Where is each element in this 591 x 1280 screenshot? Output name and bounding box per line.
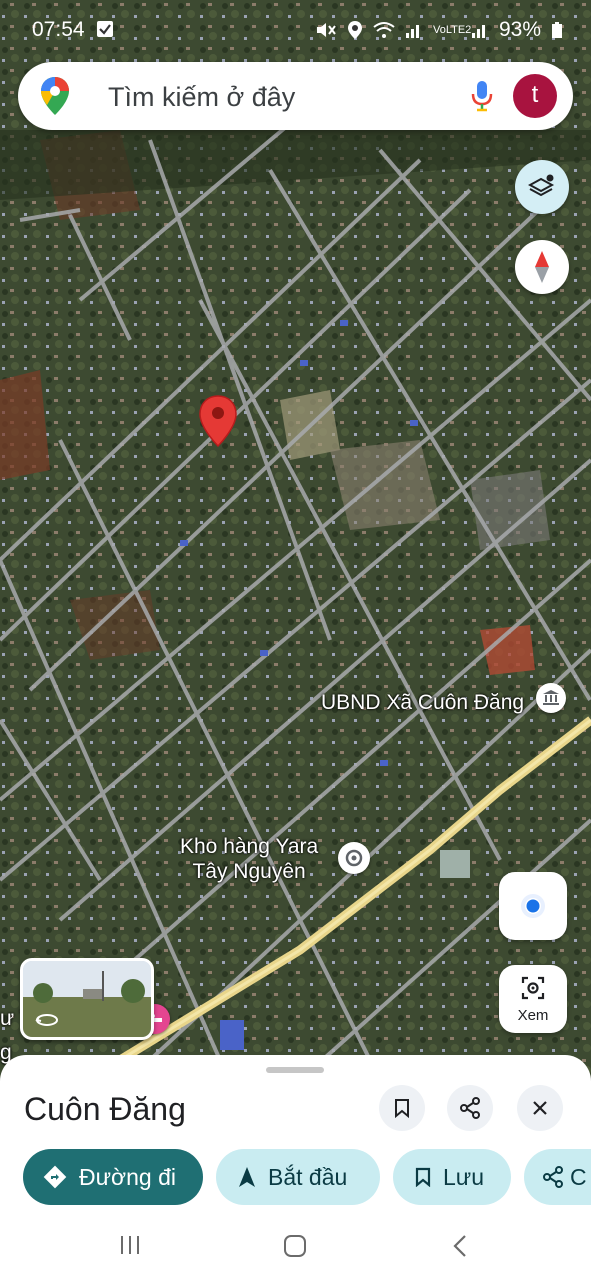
place-title: Cuôn Đăng: [24, 1091, 186, 1127]
ubnd-label[interactable]: UBND Xã Cuôn Đăng: [321, 690, 524, 715]
status-bar: 07:54 VoLTE2 93%: [0, 0, 591, 60]
share-chip-button[interactable]: C: [524, 1149, 591, 1205]
recent-apps-icon[interactable]: [118, 1234, 142, 1256]
lens-view-button[interactable]: Xem: [499, 965, 567, 1033]
close-icon: [533, 1101, 547, 1115]
bookmark-icon: [395, 1099, 409, 1118]
battery-text: 93%: [498, 18, 541, 41]
drag-handle[interactable]: [266, 1067, 324, 1073]
status-time: 07:54: [32, 18, 114, 42]
signal-icon-2: [471, 25, 485, 38]
save-chip-button[interactable]: Lưu: [393, 1149, 511, 1205]
signal-icon: [405, 25, 419, 38]
my-location-icon: [521, 894, 545, 918]
account-avatar[interactable]: t: [513, 74, 557, 118]
save-chip-label: Lưu: [443, 1163, 484, 1190]
camera-lens-icon: [521, 976, 545, 1000]
bookmark-chip-icon: [415, 1167, 431, 1187]
home-icon[interactable]: [283, 1234, 307, 1258]
share-icon: [460, 1097, 480, 1119]
location-status-icon: [347, 21, 362, 39]
directions-label: Đường đi: [79, 1163, 176, 1190]
system-navigation-bar: [0, 1212, 591, 1280]
map-layers-button[interactable]: [515, 160, 569, 214]
microphone-icon[interactable]: [470, 80, 494, 112]
navigation-arrow-icon: [239, 1167, 255, 1187]
lens-view-label: Xem: [517, 1007, 549, 1024]
mute-icon: [316, 23, 336, 37]
kho-hang-line2: Tây Nguyên: [192, 860, 306, 883]
compass-button[interactable]: [515, 240, 569, 294]
wifi-icon: [373, 22, 395, 38]
start-label: Bắt đầu: [268, 1163, 348, 1190]
layers-icon: [528, 174, 555, 197]
search-bar[interactable]: Tìm kiếm ở đây t: [18, 62, 573, 130]
share-chip-icon: [543, 1166, 563, 1188]
kho-hang-label[interactable]: Kho hàng Yara Tây Nguyên: [180, 834, 318, 884]
notification-check-icon: [97, 21, 114, 37]
location-pin-icon[interactable]: [198, 394, 238, 448]
my-location-button[interactable]: [499, 872, 567, 940]
share-place-button[interactable]: [447, 1085, 493, 1131]
kho-hang-line1: Kho hàng Yara: [180, 835, 319, 858]
back-icon[interactable]: [452, 1234, 468, 1258]
government-building-icon[interactable]: [536, 683, 566, 713]
directions-button[interactable]: Đường đi: [23, 1149, 203, 1205]
street-view-thumbnail[interactable]: [20, 958, 154, 1040]
save-place-button[interactable]: [379, 1085, 425, 1131]
network-label: VoLTE2: [432, 23, 472, 36]
share-chip-label: C: [570, 1163, 587, 1190]
start-button[interactable]: Bắt đầu: [216, 1149, 380, 1205]
battery-icon: [552, 22, 562, 38]
directions-icon: [43, 1165, 67, 1189]
google-maps-logo-icon: [41, 77, 69, 115]
street-view-rotate-icon: [35, 1014, 58, 1026]
place-marker-icon[interactable]: [338, 842, 370, 874]
search-input[interactable]: Tìm kiếm ở đây: [108, 82, 295, 113]
close-button[interactable]: [517, 1085, 563, 1131]
compass-icon: [535, 251, 549, 283]
